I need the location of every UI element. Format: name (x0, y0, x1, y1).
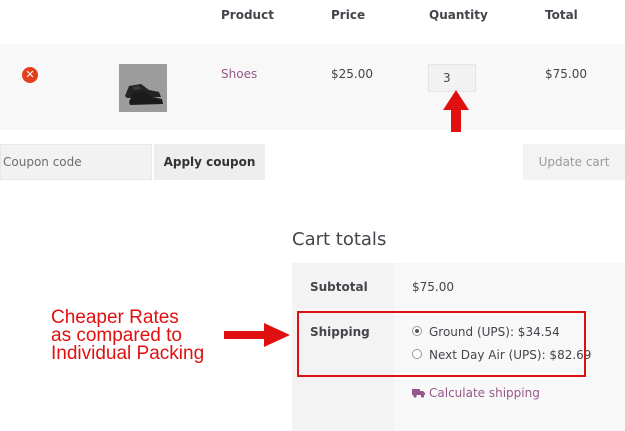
remove-item-button[interactable]: ✕ (22, 67, 38, 83)
item-price: $25.00 (331, 67, 373, 81)
cart-table-header: Product Price Quantity Total (0, 0, 625, 44)
header-product: Product (221, 8, 274, 22)
cart-item-row (0, 44, 625, 130)
header-price: Price (331, 8, 366, 22)
calculate-shipping-link[interactable]: Calculate shipping (429, 386, 540, 400)
arrow-right-icon (224, 323, 290, 347)
truck-icon (412, 389, 425, 398)
header-quantity: Quantity (429, 8, 488, 22)
apply-coupon-button[interactable]: Apply coupon (154, 144, 265, 180)
quantity-input[interactable]: 3 (428, 64, 476, 92)
product-thumbnail[interactable] (119, 64, 167, 112)
arrow-up-icon (443, 90, 469, 132)
annotation-line: Individual Packing (51, 343, 205, 364)
annotation-highlight-box (297, 311, 586, 377)
update-cart-button[interactable]: Update cart (523, 144, 625, 180)
shoes-image (119, 64, 167, 112)
coupon-code-input[interactable]: Coupon code (0, 144, 152, 180)
cart-totals-title: Cart totals (292, 229, 387, 250)
subtotal-label: Subtotal (310, 280, 368, 294)
item-total: $75.00 (545, 67, 587, 81)
subtotal-value: $75.00 (412, 280, 454, 294)
header-total: Total (545, 8, 578, 22)
product-name-link[interactable]: Shoes (221, 67, 257, 81)
annotation-text: Cheaper Rates as compared to Individual … (51, 308, 251, 364)
